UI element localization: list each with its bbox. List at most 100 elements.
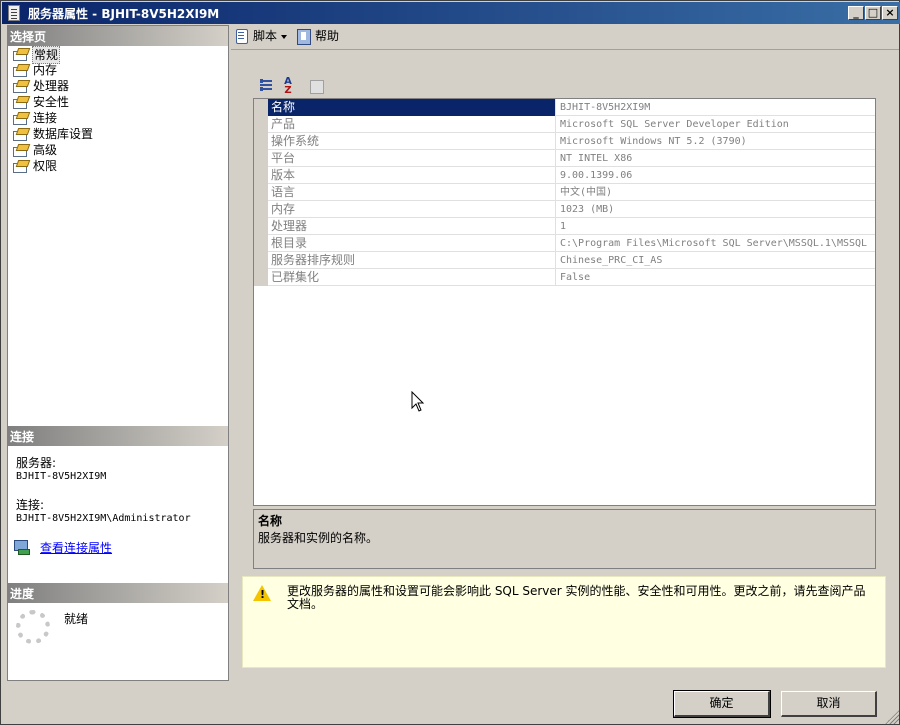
row-gutter [254,150,268,167]
toolbar: 脚本 帮助 [231,25,899,47]
close-button[interactable]: × [882,6,898,20]
connection-label: 连接: [16,498,45,512]
minimize-button[interactable]: _ [848,6,864,20]
property-name[interactable]: 处理器 [268,218,556,235]
title-bar[interactable]: 服务器属性 - BJHIT-8V5H2XI9M _ □ × [2,2,900,24]
row-gutter [254,252,268,269]
property-row[interactable]: 操作系统 Microsoft Windows NT 5.2 (3790) [254,133,875,150]
help-button[interactable]: 帮助 [295,27,339,45]
property-row[interactable]: 版本 9.00.1399.06 [254,167,875,184]
ok-button[interactable]: 确定 [673,690,771,718]
window-icon [8,5,20,21]
property-name[interactable]: 根目录 [268,235,556,252]
property-name[interactable]: 服务器排序规则 [268,252,556,269]
description-title: 名称 [258,514,283,528]
progress-spinner-icon [16,610,50,644]
property-value[interactable]: NT INTEL X86 [556,150,875,167]
property-value[interactable]: Chinese_PRC_CI_AS [556,252,875,269]
maximize-button[interactable]: □ [865,6,881,20]
property-value[interactable]: Microsoft SQL Server Developer Edition [556,116,875,133]
progress-area: 就绪 [14,606,224,676]
page-item-database-settings[interactable]: 数据库设置 [10,126,226,142]
property-row[interactable]: 服务器排序规则 Chinese_PRC_CI_AS [254,252,875,269]
property-value[interactable]: 1023 (MB) [556,201,875,218]
page-icon [12,64,28,77]
property-value[interactable]: False [556,269,875,286]
select-page-header: 选择页 [8,26,228,46]
view-connection-properties-link[interactable]: 查看连接属性 [12,538,212,556]
warning-box: 更改服务器的属性和设置可能会影响此 SQL Server 实例的性能、安全性和可… [242,576,886,668]
row-gutter [254,218,268,235]
page-item-advanced[interactable]: 高级 [10,142,226,158]
page-icon [12,80,28,93]
property-value[interactable]: 1 [556,218,875,235]
status-text: 就绪 [64,612,89,626]
connection-value: BJHIT-8V5H2XI9M\Administrator [16,513,191,524]
window-title: 服务器属性 - BJHIT-8V5H2XI9M [28,7,220,21]
page-item-general[interactable]: 常规 [10,46,226,64]
warning-text: 更改服务器的属性和设置可能会影响此 SQL Server 实例的性能、安全性和可… [287,584,866,611]
page-icon [12,96,28,109]
property-name[interactable]: 版本 [268,167,556,184]
script-icon [235,29,249,44]
cancel-button[interactable]: 取消 [781,691,877,717]
server-label: 服务器: [16,456,57,470]
property-name[interactable]: 操作系统 [268,133,556,150]
property-value[interactable]: 9.00.1399.06 [556,167,875,184]
property-description: 名称 服务器和实例的名称。 [253,509,876,569]
categorized-icon[interactable] [257,77,275,95]
property-name[interactable]: 语言 [268,184,556,201]
page-icon [12,128,28,141]
page-item-permissions[interactable]: 权限 [10,158,226,174]
property-name[interactable]: 平台 [268,150,556,167]
property-value[interactable]: 中文(中国) [556,184,875,201]
property-pages-icon [307,77,325,95]
row-gutter [254,201,268,218]
alphabetical-icon[interactable]: AZ [279,77,297,96]
page-item-memory[interactable]: 内存 [10,62,226,78]
property-value[interactable]: C:\Program Files\Microsoft SQL Server\MS… [556,235,875,252]
page-list: 常规 内存 处理器 安全性 连接 数据库设置 高级 权限 [10,46,226,174]
property-row[interactable]: 根目录 C:\Program Files\Microsoft SQL Server… [254,235,875,252]
connection-info: 服务器: BJHIT-8V5H2XI9M 连接: BJHIT-8V5H2XI9M… [16,454,226,524]
page-item-connections[interactable]: 连接 [10,110,226,126]
property-row[interactable]: 名称 BJHIT-8V5H2XI9M [254,99,875,116]
row-gutter [254,269,268,286]
page-icon [12,48,28,61]
connection-header: 连接 [8,426,228,446]
property-row[interactable]: 平台 NT INTEL X86 [254,150,875,167]
property-value[interactable]: BJHIT-8V5H2XI9M [556,99,875,116]
property-row[interactable]: 语言 中文(中国) [254,184,875,201]
page-item-security[interactable]: 安全性 [10,94,226,110]
resize-grip[interactable] [885,710,899,724]
progress-header: 进度 [8,583,228,603]
row-gutter [254,184,268,201]
property-value[interactable]: Microsoft Windows NT 5.2 (3790) [556,133,875,150]
page-icon [12,144,28,157]
page-icon [12,160,28,173]
row-gutter [254,99,268,116]
property-row[interactable]: 处理器 1 [254,218,875,235]
row-gutter [254,133,268,150]
page-item-processors[interactable]: 处理器 [10,78,226,94]
description-text: 服务器和实例的名称。 [258,531,379,545]
server-properties-window: 服务器属性 - BJHIT-8V5H2XI9M _ □ × 选择页 常规 内存 … [0,0,900,725]
row-gutter [254,167,268,184]
left-panel: 选择页 常规 内存 处理器 安全性 连接 数据库设置 高级 权限 连接 服务器:… [7,25,229,681]
chevron-down-icon[interactable] [281,34,288,39]
property-name[interactable]: 产品 [268,116,556,133]
property-name[interactable]: 内存 [268,201,556,218]
property-row[interactable]: 已群集化 False [254,269,875,286]
connection-properties-icon [14,540,30,555]
property-grid-toolbar: AZ [253,75,333,96]
property-row[interactable]: 产品 Microsoft SQL Server Developer Edition [254,116,875,133]
property-row[interactable]: 内存 1023 (MB) [254,201,875,218]
script-button[interactable]: 脚本 [233,27,288,45]
property-grid[interactable]: 名称 BJHIT-8V5H2XI9M 产品 Microsoft SQL Server … [253,98,876,506]
help-icon [297,29,311,45]
property-name[interactable]: 已群集化 [268,269,556,286]
property-name[interactable]: 名称 [268,99,556,116]
page-icon [12,112,28,125]
server-value: BJHIT-8V5H2XI9M [16,471,107,482]
row-gutter [254,116,268,133]
